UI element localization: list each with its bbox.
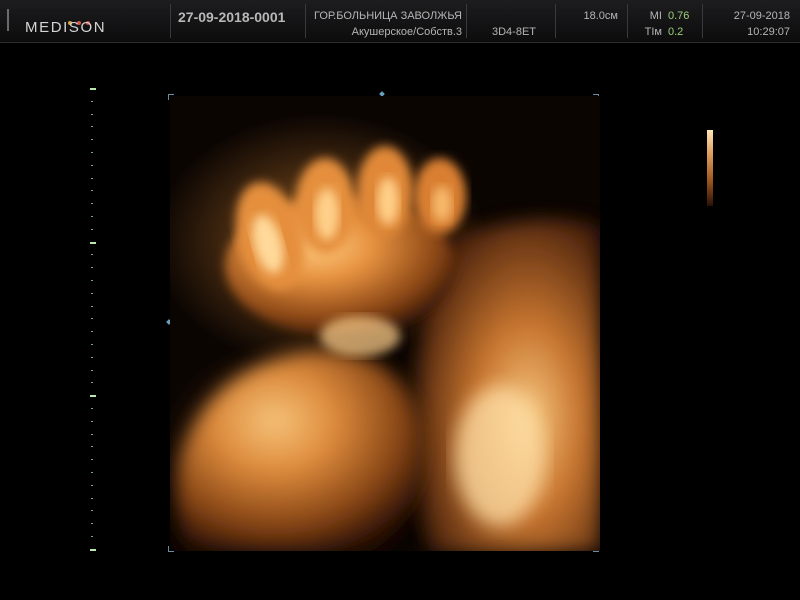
depth-scale-major-tick xyxy=(90,88,96,90)
depth-scale-tick xyxy=(91,369,93,371)
depth-value: 18.0см xyxy=(583,10,618,22)
exam-time: 10:29:07 xyxy=(747,26,790,38)
depth-scale-tick xyxy=(91,497,93,499)
patient-id: 27-09-2018-0001 xyxy=(178,9,286,25)
depth-scale-tick xyxy=(91,510,93,512)
header-divider xyxy=(170,4,171,38)
depth-scale-tick xyxy=(91,177,93,179)
depth-scale-tick xyxy=(91,484,93,486)
depth-scale-tick xyxy=(91,472,93,473)
depth-scale-tick xyxy=(91,190,93,192)
depth-scale-tick xyxy=(91,254,93,256)
mi-value: 0.76 xyxy=(668,10,690,22)
brand-logo: MEDISON xyxy=(25,19,107,36)
header-divider xyxy=(627,4,628,38)
depth-scale-tick xyxy=(91,305,93,307)
depth-scale-tick xyxy=(91,420,93,422)
header-divider xyxy=(555,4,556,38)
hospital-name: ГОР.БОЛЬНИЦА ЗАВОЛЖЬЯ xyxy=(314,10,462,22)
depth-scale-major-tick xyxy=(90,241,96,244)
depth-scale-major-tick xyxy=(90,548,96,551)
ti-label: TIм xyxy=(644,26,662,38)
depth-scale-tick xyxy=(91,126,93,128)
depth-scale-tick xyxy=(91,139,93,141)
depth-scale-tick xyxy=(91,536,93,537)
depth-scale-tick xyxy=(91,267,93,269)
color-map-bar xyxy=(707,130,713,206)
ti-value: 0.2 xyxy=(668,26,684,38)
depth-scale-major-tick xyxy=(90,395,96,398)
depth-scale-tick xyxy=(91,113,93,115)
depth-scale-tick xyxy=(91,164,93,166)
depth-scale-tick xyxy=(91,292,93,294)
probe-name: 3D4-8ET xyxy=(492,26,537,38)
depth-scale-tick xyxy=(91,331,93,333)
3d-render-view[interactable] xyxy=(170,96,600,551)
depth-scale-tick xyxy=(91,382,93,384)
depth-scale-tick xyxy=(91,318,93,320)
exam-preset: Акушерское/Собств.3 xyxy=(351,26,462,38)
depth-scale-tick xyxy=(91,523,93,525)
depth-scale-tick xyxy=(91,446,93,448)
exam-date: 27-09-2018 xyxy=(733,10,790,22)
header-bar: MEDISON 27-09-2018-0001 ГОР.БОЛЬНИЦА ЗАВ… xyxy=(0,0,800,43)
header-divider xyxy=(466,4,467,38)
depth-scale-tick xyxy=(91,152,93,153)
depth-scale-tick xyxy=(91,280,93,281)
header-divider xyxy=(702,4,703,38)
depth-scale-tick xyxy=(91,433,93,435)
fetal-hand-render xyxy=(176,146,600,551)
depth-scale-tick xyxy=(91,344,93,345)
depth-scale-tick xyxy=(91,228,93,230)
depth-scale-tick xyxy=(91,459,93,461)
depth-scale-tick xyxy=(91,100,93,102)
depth-scale-tick xyxy=(91,408,93,409)
depth-scale-tick xyxy=(91,203,93,205)
logo-divider xyxy=(7,9,9,31)
mi-label: MI xyxy=(649,10,662,22)
depth-scale-tick xyxy=(91,216,93,217)
depth-scale-tick xyxy=(91,356,93,358)
header-divider xyxy=(305,4,306,38)
depth-scale xyxy=(86,88,100,558)
